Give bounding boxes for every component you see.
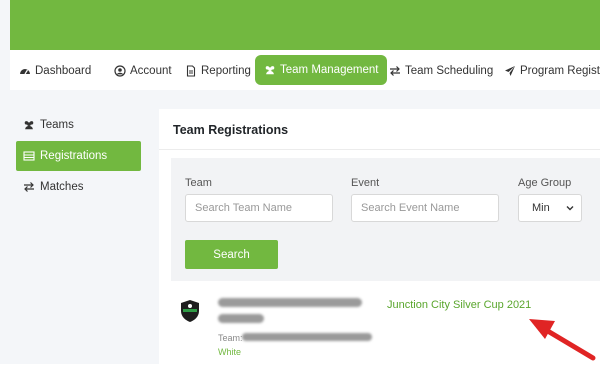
dashboard-icon xyxy=(20,69,30,75)
nav-team-scheduling-label: Team Scheduling xyxy=(405,65,494,77)
top-nav: Dashboard Account Reporting Team Managem… xyxy=(10,50,600,91)
nav-team-scheduling[interactable]: Team Scheduling xyxy=(389,62,493,80)
event-name-link[interactable]: Junction City Silver Cup 2021 xyxy=(387,299,531,311)
search-button[interactable]: Search xyxy=(185,240,278,269)
paper-plane-icon xyxy=(505,66,515,76)
nav-account[interactable]: Account xyxy=(114,62,172,80)
age-group-select-value: Min xyxy=(532,202,550,214)
nav-reporting[interactable]: Reporting xyxy=(185,62,251,80)
swap-arrows-icon xyxy=(390,66,400,76)
nav-program-registration-label: Program Registrat xyxy=(520,65,600,77)
nav-account-label: Account xyxy=(130,65,172,77)
sidebar-item-label: Matches xyxy=(40,181,84,193)
redacted-team-value xyxy=(242,333,372,341)
nav-dashboard-label: Dashboard xyxy=(35,65,92,77)
divider xyxy=(159,149,600,150)
filter-panel: Team Event Age Group Min Search xyxy=(171,158,600,281)
nav-team-management[interactable]: Team Management xyxy=(255,55,388,85)
nav-reporting-label: Reporting xyxy=(201,65,251,77)
age-group-select[interactable]: Min xyxy=(518,194,582,222)
page-title: Team Registrations xyxy=(173,123,289,137)
team-search-input[interactable] xyxy=(185,194,333,222)
swap-arrows-icon xyxy=(24,182,34,192)
annotation-arrow-icon xyxy=(529,319,596,361)
sidebar-item-label: Teams xyxy=(40,119,74,131)
left-edge-strip xyxy=(0,0,10,364)
nav-dashboard[interactable]: Dashboard xyxy=(19,62,91,80)
list-icon xyxy=(23,151,35,161)
sidebar-item-teams[interactable]: Teams xyxy=(16,110,141,140)
sidebar: Teams Registrations Matches xyxy=(10,90,147,364)
redacted-team-detail xyxy=(218,314,264,323)
age-group-filter-label: Age Group xyxy=(518,177,572,189)
sidebar-item-registrations[interactable]: Registrations xyxy=(16,141,141,171)
team-filter-label: Team xyxy=(185,177,212,189)
sidebar-item-matches[interactable]: Matches xyxy=(16,172,141,202)
users-icon xyxy=(265,66,275,75)
event-search-input[interactable] xyxy=(351,194,499,222)
nav-program-registration[interactable]: Program Registrat xyxy=(504,62,600,80)
nav-team-management-label: Team Management xyxy=(280,64,379,76)
team-label: Team: xyxy=(218,333,243,343)
document-icon xyxy=(186,65,196,77)
users-icon xyxy=(24,121,34,130)
chevron-down-icon xyxy=(566,206,574,211)
team-logo-icon xyxy=(181,300,199,322)
event-filter-label: Event xyxy=(351,177,380,189)
top-header-bar xyxy=(10,0,600,50)
user-circle-icon xyxy=(114,65,126,77)
sidebar-item-label: Registrations xyxy=(40,150,108,162)
redacted-team-name xyxy=(218,298,362,307)
team-color: White xyxy=(218,347,242,357)
